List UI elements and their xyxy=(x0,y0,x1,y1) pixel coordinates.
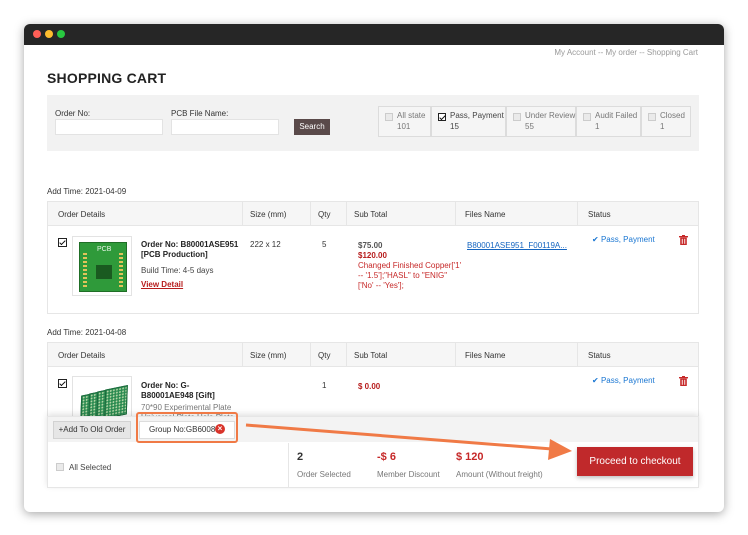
order-table: Order Details Size (mm) Qty Sub Total Fi… xyxy=(47,342,699,432)
page-content: My Account -- My order -- Shopping Cart … xyxy=(24,45,724,512)
status-badge: ✔ Pass, Payment xyxy=(592,235,655,244)
qty-value: 1 xyxy=(322,381,327,390)
order-number: Order No: G-B80001AE948 [Gift] xyxy=(141,381,215,400)
build-time: Build Time: 4-5 days xyxy=(141,266,214,275)
order-table-header: Order Details Size (mm) Qty Sub Total Fi… xyxy=(48,343,698,367)
state-filter-closed[interactable]: Closed 1 xyxy=(641,106,691,137)
price-updated: $120.00 xyxy=(358,251,387,260)
order-no-input[interactable] xyxy=(55,119,163,135)
col-files: Files Name xyxy=(465,210,506,219)
order-selected-count: 2 xyxy=(297,451,304,463)
all-selected[interactable]: All Selected xyxy=(56,463,111,472)
view-detail-link[interactable]: View Detail xyxy=(141,280,183,289)
state-checkbox[interactable] xyxy=(648,113,656,121)
all-selected-checkbox[interactable] xyxy=(56,463,64,471)
member-discount-label: Member Discount xyxy=(377,470,440,479)
change-note: Changed Finished Copper['1' -- '1.5'];"H… xyxy=(358,261,462,290)
maximize-window-dot[interactable] xyxy=(57,30,65,38)
add-time: Add Time: 2021-04-09 xyxy=(47,187,127,196)
title-bar xyxy=(24,24,724,45)
order-selected-label: Order Selected xyxy=(297,470,351,479)
col-status: Status xyxy=(588,210,611,219)
col-status: Status xyxy=(588,351,611,360)
check-icon: ✔ xyxy=(592,376,599,385)
state-checkbox[interactable] xyxy=(385,113,393,121)
add-to-old-order-button[interactable]: +Add To Old Order xyxy=(53,421,131,439)
state-filter-pass-payment[interactable]: Pass, Payment 15 xyxy=(431,106,506,137)
proceed-to-checkout-button[interactable]: Proceed to checkout xyxy=(577,447,693,476)
order-table: Order Details Size (mm) Qty Sub Total Fi… xyxy=(47,201,699,314)
file-name-link[interactable]: B80001ASE951_F00119A... xyxy=(467,241,567,250)
order-no-label: Order No: xyxy=(55,109,91,118)
trash-icon[interactable] xyxy=(679,376,688,386)
amount-value: $ 120 xyxy=(456,451,484,463)
pcb-image: PCB xyxy=(79,242,127,292)
order-table-header: Order Details Size (mm) Qty Sub Total Fi… xyxy=(48,202,698,226)
state-checkbox[interactable] xyxy=(583,113,591,121)
minimize-window-dot[interactable] xyxy=(45,30,53,38)
price-original: $75.00 xyxy=(358,241,383,250)
search-button[interactable]: Search xyxy=(294,119,330,135)
status-badge: ✔ Pass, Payment xyxy=(592,376,655,385)
add-time: Add Time: 2021-04-08 xyxy=(47,328,127,337)
check-icon: ✔ xyxy=(592,235,599,244)
amount-label: Amount (Without freight) xyxy=(456,470,543,479)
order-number: Order No: B80001ASE951 [PCB Production] xyxy=(141,240,239,259)
col-files: Files Name xyxy=(465,351,506,360)
col-qty: Qty xyxy=(318,210,331,219)
trash-icon[interactable] xyxy=(679,235,688,245)
col-size: Size (mm) xyxy=(250,351,287,360)
col-order-details: Order Details xyxy=(58,210,106,219)
pcb-file-input[interactable] xyxy=(171,119,279,135)
close-window-dot[interactable] xyxy=(33,30,41,38)
col-subtotal: Sub Total xyxy=(354,210,388,219)
order-checkbox[interactable] xyxy=(58,238,67,247)
qty-value: 5 xyxy=(322,240,327,249)
col-subtotal: Sub Total xyxy=(354,351,388,360)
pcb-thumbnail[interactable]: PCB xyxy=(72,236,132,296)
browser-window: My Account -- My order -- Shopping Cart … xyxy=(24,24,724,512)
state-filter-audit-failed[interactable]: Audit Failed 1 xyxy=(576,106,641,137)
state-checkbox-checked[interactable] xyxy=(438,113,446,121)
member-discount-value: -$ 6 xyxy=(377,451,396,463)
breadcrumb[interactable]: My Account -- My order -- Shopping Cart xyxy=(554,48,698,57)
state-checkbox[interactable] xyxy=(513,113,521,121)
order-checkbox[interactable] xyxy=(58,379,67,388)
price-value: $ 0.00 xyxy=(358,382,381,391)
search-panel: Order No: PCB File Name: Search All stat… xyxy=(47,95,699,151)
col-qty: Qty xyxy=(318,351,331,360)
annotation-highlight-box xyxy=(136,412,238,443)
col-size: Size (mm) xyxy=(250,210,287,219)
state-filter-under-review[interactable]: Under Review 55 xyxy=(506,106,576,137)
col-order-details: Order Details xyxy=(58,351,106,360)
state-filter-all[interactable]: All state 101 xyxy=(378,106,431,137)
page-title: SHOPPING CART xyxy=(47,70,167,86)
pcb-file-label: PCB File Name: xyxy=(171,109,229,118)
size-value: 222 x 12 xyxy=(250,240,281,249)
